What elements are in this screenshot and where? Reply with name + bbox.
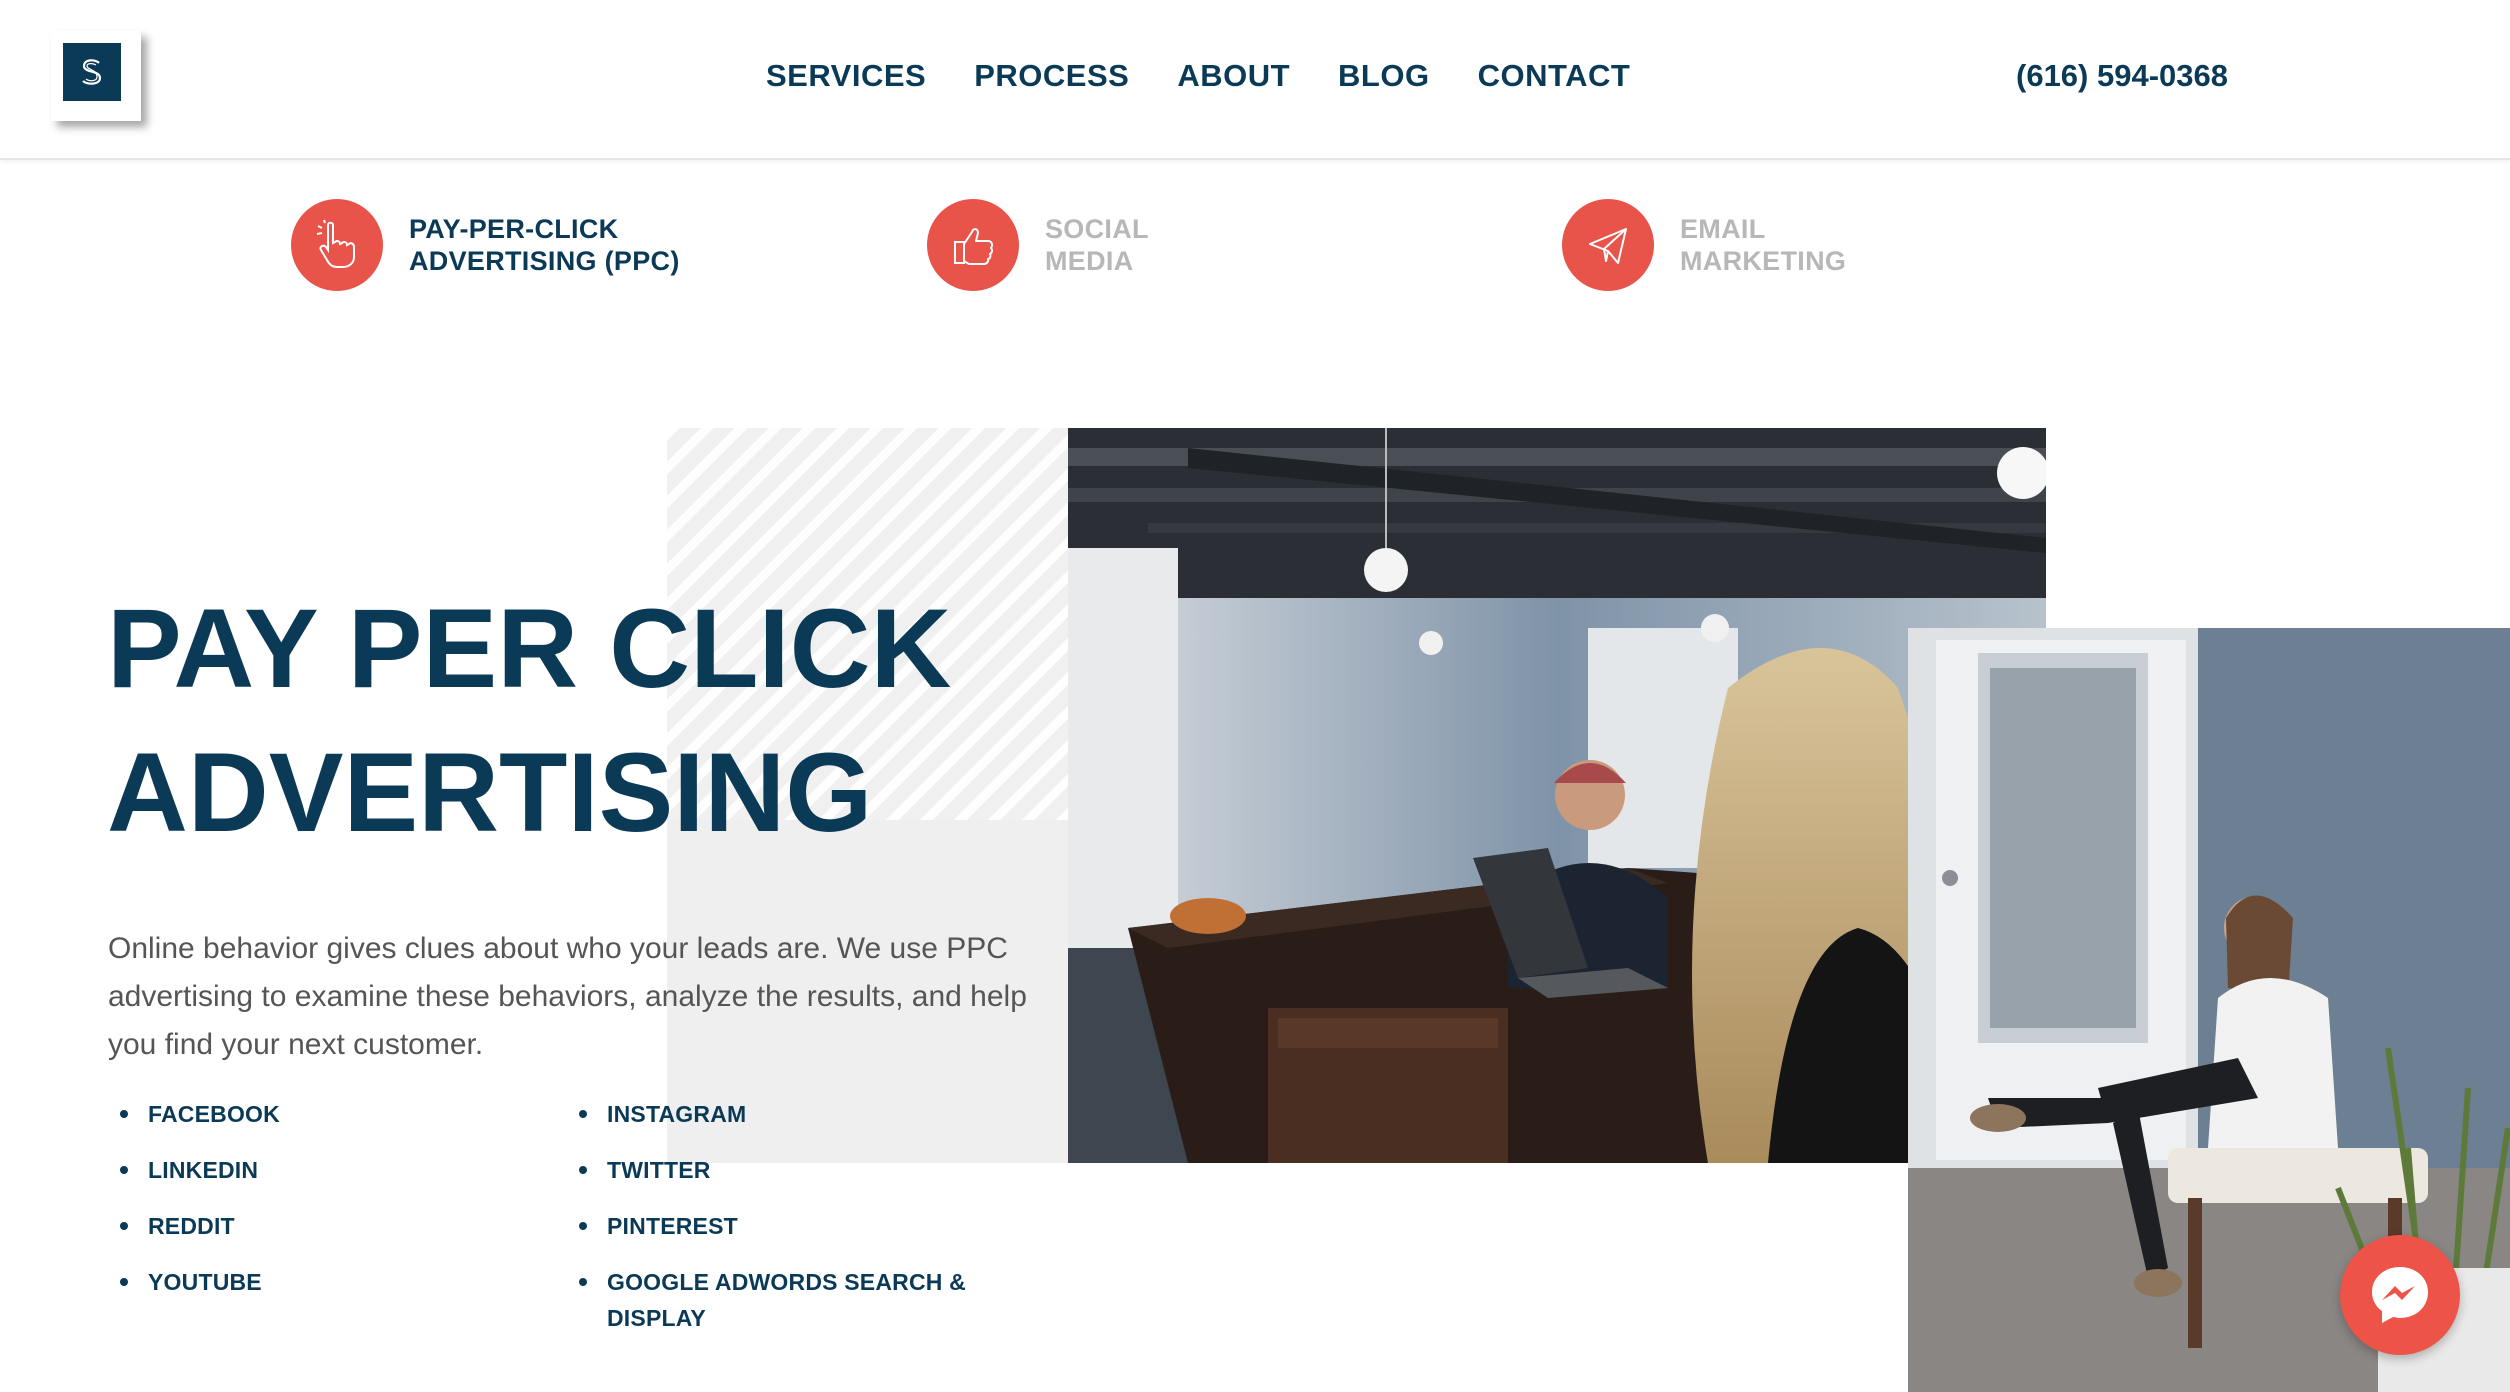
- service-label-line2: ADVERTISING (PPC): [409, 246, 680, 276]
- logo-s-icon: [82, 59, 102, 85]
- nav-about[interactable]: ABOUT: [1177, 58, 1290, 94]
- page-title-line2: ADVERTISING: [107, 730, 873, 855]
- thumbs-up-icon: [954, 228, 994, 265]
- platform-column-right: INSTAGRAM TWITTER PINTEREST GOOGLE ADWOR…: [579, 1096, 979, 1356]
- platform-column-left: FACEBOOK LINKEDIN REDDIT YOUTUBE: [120, 1096, 280, 1320]
- list-item: YOUTUBE: [120, 1264, 280, 1300]
- service-label-ppc: PAY-PER-CLICK ADVERTISING (PPC): [409, 213, 729, 277]
- service-icon-circle: [291, 199, 383, 291]
- service-label-social: SOCIAL MEDIA: [1045, 213, 1365, 277]
- service-label-line2: MEDIA: [1045, 246, 1134, 276]
- service-label-line1: SOCIAL: [1045, 214, 1149, 244]
- service-tab-ppc[interactable]: PAY-PER-CLICK ADVERTISING (PPC): [291, 199, 729, 291]
- messenger-chat-button[interactable]: [2340, 1235, 2460, 1355]
- list-item: TWITTER: [579, 1152, 979, 1188]
- list-item: GOOGLE ADWORDS SEARCH & DISPLAY: [579, 1264, 979, 1336]
- nav-contact[interactable]: CONTACT: [1478, 58, 1631, 94]
- logo[interactable]: [51, 31, 141, 121]
- site-header: SERVICES PROCESS ABOUT BLOG CONTACT (616…: [0, 0, 2510, 160]
- service-label-line2: MARKETING: [1680, 246, 1847, 276]
- office-meeting-illustration: [1068, 428, 2046, 1163]
- list-item: LINKEDIN: [120, 1152, 280, 1188]
- list-item: REDDIT: [120, 1208, 280, 1244]
- service-label-email: EMAIL MARKETING: [1680, 213, 2000, 277]
- nav-blog[interactable]: BLOG: [1338, 58, 1430, 94]
- service-label-line1: PAY-PER-CLICK: [409, 214, 619, 244]
- service-tab-social[interactable]: SOCIAL MEDIA: [927, 199, 1365, 291]
- list-item: INSTAGRAM: [579, 1096, 979, 1132]
- phone-number-link[interactable]: (616) 594-0368: [2016, 58, 2228, 94]
- list-item: FACEBOOK: [120, 1096, 280, 1132]
- hero-description: Online behavior gives clues about who yo…: [108, 932, 1027, 1061]
- nav-process[interactable]: PROCESS: [974, 58, 1129, 94]
- logo-mark: [63, 43, 121, 101]
- service-label-line1: EMAIL: [1680, 214, 1766, 244]
- page-title: PAY PER CLICK ADVERTISING: [107, 577, 951, 865]
- pointing-hand-icon: [316, 219, 355, 268]
- page-title-line1: PAY PER CLICK: [107, 586, 952, 711]
- office-meeting-photo: [1068, 428, 2046, 1163]
- main-nav: SERVICES PROCESS ABOUT BLOG CONTACT: [766, 58, 1630, 94]
- paper-plane-icon: [1589, 228, 1627, 264]
- list-item: PINTEREST: [579, 1208, 979, 1244]
- service-icon-circle: [927, 199, 1019, 291]
- messenger-icon: [2372, 1267, 2428, 1323]
- nav-services[interactable]: SERVICES: [766, 58, 926, 94]
- service-icon-circle: [1562, 199, 1654, 291]
- service-tab-email[interactable]: EMAIL MARKETING: [1562, 199, 2000, 291]
